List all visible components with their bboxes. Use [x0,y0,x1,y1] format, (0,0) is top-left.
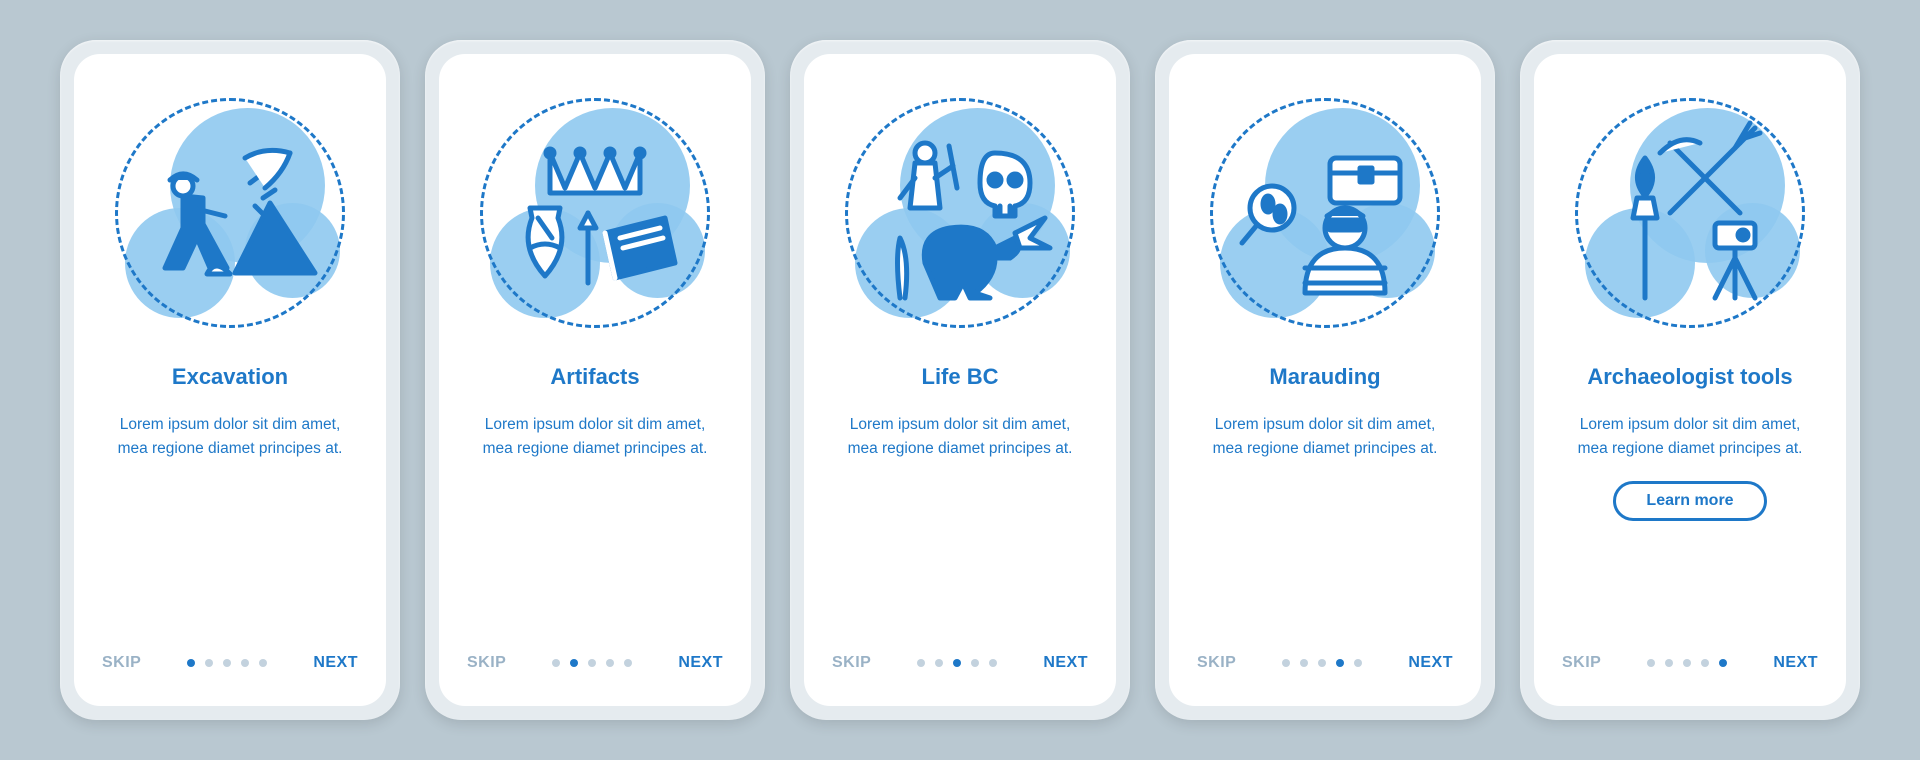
next-button[interactable]: NEXT [1773,654,1818,672]
dot [1318,659,1326,667]
screen-desc: Lorem ipsum dolor sit dim amet, mea regi… [463,413,727,461]
dot [1719,659,1727,667]
dot [624,659,632,667]
page-dots [1282,659,1362,667]
dot [1354,659,1362,667]
dot [1701,659,1709,667]
dot [241,659,249,667]
screen-desc: Lorem ipsum dolor sit dim amet, mea regi… [1193,413,1457,461]
screen-desc: Lorem ipsum dolor sit dim amet, mea regi… [98,413,362,461]
phone-frame: Archaeologist tools Lorem ipsum dolor si… [1520,40,1860,720]
screen-desc: Lorem ipsum dolor sit dim amet, mea regi… [1558,413,1822,461]
onboarding-nav: SKIP NEXT [467,654,723,672]
skip-button[interactable]: SKIP [102,654,141,672]
page-dots [187,659,267,667]
dot [606,659,614,667]
marauding-icon [1210,98,1440,328]
screen-title: Artifacts [550,364,639,391]
dot [935,659,943,667]
excavation-icon [115,98,345,328]
next-button[interactable]: NEXT [313,654,358,672]
dot [953,659,961,667]
onboarding-nav: SKIP NEXT [1197,654,1453,672]
skip-button[interactable]: SKIP [1562,654,1601,672]
next-button[interactable]: NEXT [678,654,723,672]
archaeologist-tools-icon [1575,98,1805,328]
dot [1683,659,1691,667]
page-dots [1647,659,1727,667]
life-bc-icon [845,98,1075,328]
learn-more-button[interactable]: Learn more [1613,481,1766,521]
onboarding-screen-excavation: Excavation Lorem ipsum dolor sit dim ame… [74,54,386,706]
dot [971,659,979,667]
dot [917,659,925,667]
next-button[interactable]: NEXT [1408,654,1453,672]
phone-frame: Life BC Lorem ipsum dolor sit dim amet, … [790,40,1130,720]
screen-title: Marauding [1269,364,1380,391]
dot [205,659,213,667]
next-button[interactable]: NEXT [1043,654,1088,672]
dot [989,659,997,667]
onboarding-screen-life-bc: Life BC Lorem ipsum dolor sit dim amet, … [804,54,1116,706]
dot [1665,659,1673,667]
skip-button[interactable]: SKIP [832,654,871,672]
screen-desc: Lorem ipsum dolor sit dim amet, mea regi… [828,413,1092,461]
phone-frame: Marauding Lorem ipsum dolor sit dim amet… [1155,40,1495,720]
skip-button[interactable]: SKIP [1197,654,1236,672]
skip-button[interactable]: SKIP [467,654,506,672]
screen-title: Excavation [172,364,288,391]
onboarding-nav: SKIP NEXT [832,654,1088,672]
dot [259,659,267,667]
screen-title: Life BC [922,364,999,391]
page-dots [552,659,632,667]
dot [1282,659,1290,667]
onboarding-nav: SKIP NEXT [1562,654,1818,672]
dot [1647,659,1655,667]
dot [588,659,596,667]
dot [1336,659,1344,667]
dot [570,659,578,667]
dot [1300,659,1308,667]
dot [552,659,560,667]
artifacts-icon [480,98,710,328]
onboarding-screen-artifacts: Artifacts Lorem ipsum dolor sit dim amet… [439,54,751,706]
screen-title: Archaeologist tools [1587,364,1792,391]
onboarding-nav: SKIP NEXT [102,654,358,672]
page-dots [917,659,997,667]
dot [223,659,231,667]
onboarding-screen-marauding: Marauding Lorem ipsum dolor sit dim amet… [1169,54,1481,706]
dot [187,659,195,667]
phone-frame: Excavation Lorem ipsum dolor sit dim ame… [60,40,400,720]
onboarding-screen-tools: Archaeologist tools Lorem ipsum dolor si… [1534,54,1846,706]
phone-frame: Artifacts Lorem ipsum dolor sit dim amet… [425,40,765,720]
